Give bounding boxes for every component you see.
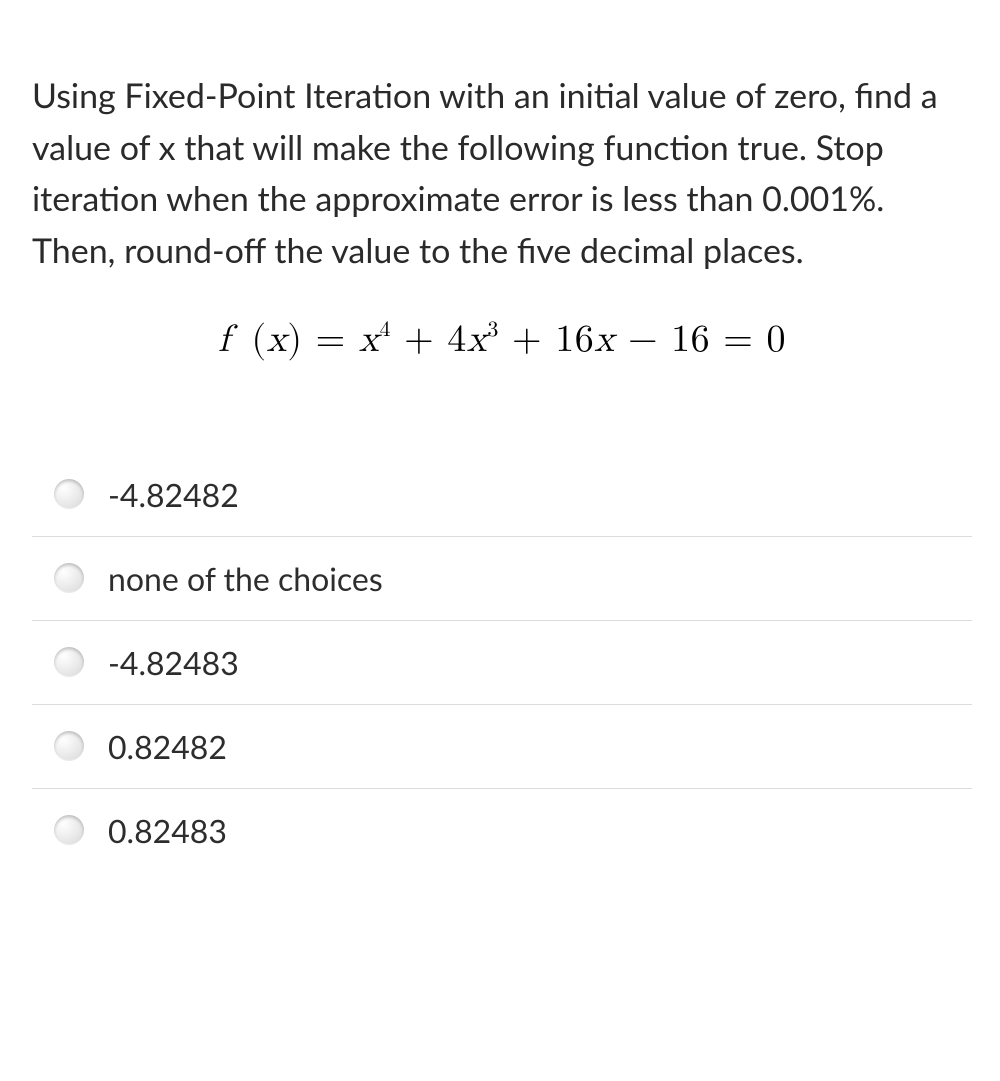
term3-coef: 16: [555, 321, 594, 359]
plus-1: +: [404, 321, 447, 359]
term3-var: x: [594, 321, 615, 359]
answer-list: -4.82482 none of the choices -4.82483 0.…: [32, 453, 972, 872]
answer-row[interactable]: 0.82482: [32, 705, 972, 789]
open-paren: (: [243, 321, 266, 359]
answer-row[interactable]: none of the choices: [32, 537, 972, 621]
answer-label: -4.82483: [108, 643, 239, 682]
radio-icon[interactable]: [54, 731, 84, 761]
close-paren: ): [287, 321, 302, 359]
radio-icon[interactable]: [54, 647, 84, 677]
plus-2: +: [512, 321, 555, 359]
answer-row[interactable]: 0.82483: [32, 789, 972, 872]
equals-sign-2: =: [723, 321, 766, 359]
radio-icon[interactable]: [54, 563, 84, 593]
radio-icon[interactable]: [54, 815, 84, 845]
term4-const: 16: [671, 321, 710, 359]
term1-var: x: [359, 321, 380, 359]
question-text: Using Fixed-Point Iteration with an init…: [32, 70, 972, 277]
rhs: 0: [766, 321, 786, 359]
term2-var: x: [467, 321, 488, 359]
equation-var: x: [267, 321, 288, 359]
answer-label: -4.82482: [108, 475, 239, 514]
term2-coef: 4: [447, 321, 467, 359]
term2-exp: 3: [487, 319, 499, 341]
answer-label: none of the choices: [108, 559, 383, 598]
term1-exp: 4: [379, 319, 391, 341]
answer-row[interactable]: -4.82482: [32, 453, 972, 537]
answer-label: 0.82482: [108, 727, 227, 766]
minus-1: −: [628, 321, 671, 359]
answer-label: 0.82483: [108, 811, 227, 850]
answer-row[interactable]: -4.82483: [32, 621, 972, 705]
equals-sign: =: [316, 321, 359, 359]
equation: f (x) = x4 + 4x3 + 16x − 16 = 0: [32, 317, 972, 363]
equation-fn: f: [218, 321, 230, 359]
radio-icon[interactable]: [54, 479, 84, 509]
